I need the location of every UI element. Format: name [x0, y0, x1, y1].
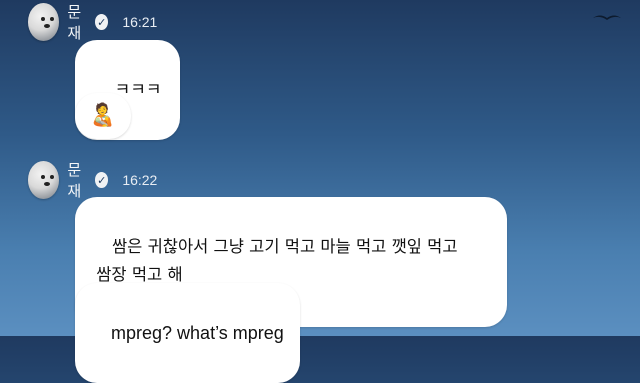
message-bubble[interactable]: mpreg? what’s mpreg — [75, 283, 300, 383]
message-header: 문재 ✓ 16:22 — [28, 160, 157, 200]
message-emoji: 🧑‍🍼 — [89, 103, 117, 128]
avatar[interactable] — [28, 161, 60, 199]
avatar[interactable] — [28, 3, 60, 41]
message-text: 쌈은 귀찮아서 그냥 고기 먹고 마늘 먹고 깻잎 먹고 쌈장 먹고 해 — [96, 237, 458, 284]
sender-name: 문재 — [67, 161, 82, 200]
chat-view: 문재 ✓ 16:21 ㅋㅋㅋ 🧑‍🍼 문재 ✓ 16:22 쌈은 귀찮아서 그냥… — [0, 0, 640, 383]
verified-check-icon: ✓ — [95, 14, 109, 30]
sender-name: 문재 — [67, 3, 82, 42]
message-time: 16:22 — [122, 172, 158, 188]
verified-check-icon: ✓ — [95, 172, 109, 188]
message-text: mpreg? what’s mpreg — [111, 323, 284, 343]
message-header: 문재 ✓ 16:21 — [28, 2, 157, 42]
message-time: 16:21 — [122, 14, 158, 30]
bird-icon — [593, 15, 621, 20]
message-bubble-emoji[interactable]: 🧑‍🍼 — [75, 93, 131, 139]
